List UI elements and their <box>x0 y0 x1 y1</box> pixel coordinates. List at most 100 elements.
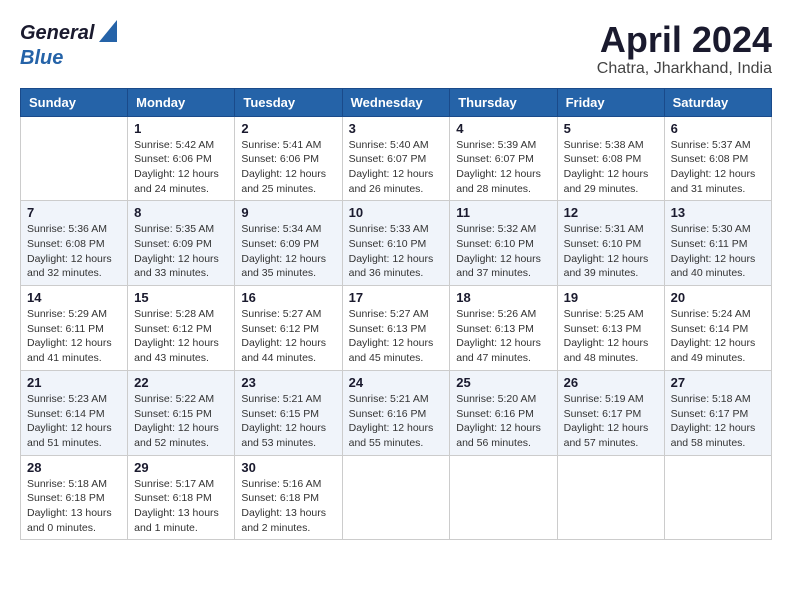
day-number: 9 <box>241 205 335 220</box>
day-number: 26 <box>564 375 658 390</box>
weekday-header-row: SundayMondayTuesdayWednesdayThursdayFrid… <box>21 88 772 116</box>
day-number: 11 <box>456 205 550 220</box>
day-number: 27 <box>671 375 765 390</box>
calendar-cell: 5 Sunrise: 5:38 AM Sunset: 6:08 PM Daylig… <box>557 116 664 201</box>
day-number: 7 <box>27 205 121 220</box>
day-info: Sunrise: 5:17 AM Sunset: 6:18 PM Dayligh… <box>134 477 228 536</box>
calendar-cell: 24 Sunrise: 5:21 AM Sunset: 6:16 PM Dayli… <box>342 370 450 455</box>
day-info: Sunrise: 5:24 AM Sunset: 6:14 PM Dayligh… <box>671 307 765 366</box>
day-info: Sunrise: 5:16 AM Sunset: 6:18 PM Dayligh… <box>241 477 335 536</box>
day-number: 24 <box>349 375 444 390</box>
calendar-cell: 26 Sunrise: 5:19 AM Sunset: 6:17 PM Dayli… <box>557 370 664 455</box>
calendar-cell: 9 Sunrise: 5:34 AM Sunset: 6:09 PM Daylig… <box>235 201 342 286</box>
day-info: Sunrise: 5:31 AM Sunset: 6:10 PM Dayligh… <box>564 222 658 281</box>
logo-blue-text: Blue <box>20 47 63 69</box>
day-info: Sunrise: 5:35 AM Sunset: 6:09 PM Dayligh… <box>134 222 228 281</box>
logo-triangle-icon <box>99 20 117 47</box>
day-info: Sunrise: 5:33 AM Sunset: 6:10 PM Dayligh… <box>349 222 444 281</box>
day-number: 30 <box>241 460 335 475</box>
day-number: 6 <box>671 121 765 136</box>
calendar-cell: 17Sunrise: 5:27 AM Sunset: 6:13 PM Dayli… <box>342 286 450 371</box>
day-info: Sunrise: 5:19 AM Sunset: 6:17 PM Dayligh… <box>564 392 658 451</box>
day-info: Sunrise: 5:42 AM Sunset: 6:06 PM Dayligh… <box>134 138 228 197</box>
day-number: 16 <box>241 290 335 305</box>
calendar-week-row: 1Sunrise: 5:42 AM Sunset: 6:06 PM Daylig… <box>21 116 772 201</box>
day-number: 14 <box>27 290 121 305</box>
day-number: 22 <box>134 375 228 390</box>
day-info: Sunrise: 5:40 AM Sunset: 6:07 PM Dayligh… <box>349 138 444 197</box>
calendar-cell: 3 Sunrise: 5:40 AM Sunset: 6:07 PM Daylig… <box>342 116 450 201</box>
weekday-header-saturday: Saturday <box>664 88 771 116</box>
day-number: 5 <box>564 121 658 136</box>
day-info: Sunrise: 5:41 AM Sunset: 6:06 PM Dayligh… <box>241 138 335 197</box>
calendar-cell: 20 Sunrise: 5:24 AM Sunset: 6:14 PM Dayli… <box>664 286 771 371</box>
day-info: Sunrise: 5:32 AM Sunset: 6:10 PM Dayligh… <box>456 222 550 281</box>
day-number: 28 <box>27 460 121 475</box>
calendar-cell <box>342 455 450 540</box>
calendar-week-row: 21 Sunrise: 5:23 AM Sunset: 6:14 PM Dayli… <box>21 370 772 455</box>
day-number: 18 <box>456 290 550 305</box>
calendar-cell: 25Sunrise: 5:20 AM Sunset: 6:16 PM Dayli… <box>450 370 557 455</box>
calendar-cell <box>21 116 128 201</box>
day-info: Sunrise: 5:39 AM Sunset: 6:07 PM Dayligh… <box>456 138 550 197</box>
calendar-cell: 27 Sunrise: 5:18 AM Sunset: 6:17 PM Dayli… <box>664 370 771 455</box>
page-header: General Blue April 2024 Chatra, Jharkhan… <box>20 20 772 78</box>
calendar-cell: 23 Sunrise: 5:21 AM Sunset: 6:15 PM Dayli… <box>235 370 342 455</box>
day-info: Sunrise: 5:36 AM Sunset: 6:08 PM Dayligh… <box>27 222 121 281</box>
day-info: Sunrise: 5:27 AM Sunset: 6:13 PM Dayligh… <box>349 307 444 366</box>
day-number: 2 <box>241 121 335 136</box>
calendar-cell: 18 Sunrise: 5:26 AM Sunset: 6:13 PM Dayli… <box>450 286 557 371</box>
weekday-header-friday: Friday <box>557 88 664 116</box>
location-title: Chatra, Jharkhand, India <box>597 60 772 78</box>
day-info: Sunrise: 5:22 AM Sunset: 6:15 PM Dayligh… <box>134 392 228 451</box>
calendar-cell: 1Sunrise: 5:42 AM Sunset: 6:06 PM Daylig… <box>128 116 235 201</box>
day-number: 29 <box>134 460 228 475</box>
calendar-cell: 6 Sunrise: 5:37 AM Sunset: 6:08 PM Daylig… <box>664 116 771 201</box>
day-info: Sunrise: 5:29 AM Sunset: 6:11 PM Dayligh… <box>27 307 121 366</box>
day-number: 12 <box>564 205 658 220</box>
calendar-cell: 14 Sunrise: 5:29 AM Sunset: 6:11 PM Dayli… <box>21 286 128 371</box>
day-info: Sunrise: 5:28 AM Sunset: 6:12 PM Dayligh… <box>134 307 228 366</box>
logo-general-text: General <box>20 22 94 45</box>
calendar-cell <box>557 455 664 540</box>
calendar-cell: 4 Sunrise: 5:39 AM Sunset: 6:07 PM Daylig… <box>450 116 557 201</box>
day-info: Sunrise: 5:18 AM Sunset: 6:17 PM Dayligh… <box>671 392 765 451</box>
day-number: 4 <box>456 121 550 136</box>
day-number: 23 <box>241 375 335 390</box>
day-number: 13 <box>671 205 765 220</box>
calendar-cell <box>450 455 557 540</box>
calendar-cell: 22 Sunrise: 5:22 AM Sunset: 6:15 PM Dayli… <box>128 370 235 455</box>
day-info: Sunrise: 5:21 AM Sunset: 6:15 PM Dayligh… <box>241 392 335 451</box>
day-number: 15 <box>134 290 228 305</box>
calendar-cell: 8Sunrise: 5:35 AM Sunset: 6:09 PM Daylig… <box>128 201 235 286</box>
day-info: Sunrise: 5:18 AM Sunset: 6:18 PM Dayligh… <box>27 477 121 536</box>
day-number: 20 <box>671 290 765 305</box>
calendar-cell: 12 Sunrise: 5:31 AM Sunset: 6:10 PM Dayli… <box>557 201 664 286</box>
day-info: Sunrise: 5:34 AM Sunset: 6:09 PM Dayligh… <box>241 222 335 281</box>
day-number: 25 <box>456 375 550 390</box>
day-info: Sunrise: 5:30 AM Sunset: 6:11 PM Dayligh… <box>671 222 765 281</box>
calendar-cell: 19Sunrise: 5:25 AM Sunset: 6:13 PM Dayli… <box>557 286 664 371</box>
weekday-header-wednesday: Wednesday <box>342 88 450 116</box>
calendar-cell: 10Sunrise: 5:33 AM Sunset: 6:10 PM Dayli… <box>342 201 450 286</box>
calendar-cell: 28 Sunrise: 5:18 AM Sunset: 6:18 PM Dayli… <box>21 455 128 540</box>
day-info: Sunrise: 5:26 AM Sunset: 6:13 PM Dayligh… <box>456 307 550 366</box>
day-info: Sunrise: 5:38 AM Sunset: 6:08 PM Dayligh… <box>564 138 658 197</box>
title-block: April 2024 Chatra, Jharkhand, India <box>597 20 772 78</box>
calendar-cell: 30 Sunrise: 5:16 AM Sunset: 6:18 PM Dayli… <box>235 455 342 540</box>
calendar-week-row: 14 Sunrise: 5:29 AM Sunset: 6:11 PM Dayli… <box>21 286 772 371</box>
weekday-header-monday: Monday <box>128 88 235 116</box>
day-info: Sunrise: 5:21 AM Sunset: 6:16 PM Dayligh… <box>349 392 444 451</box>
month-title: April 2024 <box>597 20 772 60</box>
logo: General Blue <box>20 20 117 70</box>
calendar-cell: 16Sunrise: 5:27 AM Sunset: 6:12 PM Dayli… <box>235 286 342 371</box>
calendar-cell: 7 Sunrise: 5:36 AM Sunset: 6:08 PM Daylig… <box>21 201 128 286</box>
calendar-cell: 13 Sunrise: 5:30 AM Sunset: 6:11 PM Dayli… <box>664 201 771 286</box>
weekday-header-thursday: Thursday <box>450 88 557 116</box>
day-info: Sunrise: 5:23 AM Sunset: 6:14 PM Dayligh… <box>27 392 121 451</box>
day-info: Sunrise: 5:37 AM Sunset: 6:08 PM Dayligh… <box>671 138 765 197</box>
day-number: 21 <box>27 375 121 390</box>
calendar-table: SundayMondayTuesdayWednesdayThursdayFrid… <box>20 88 772 541</box>
weekday-header-sunday: Sunday <box>21 88 128 116</box>
day-number: 3 <box>349 121 444 136</box>
